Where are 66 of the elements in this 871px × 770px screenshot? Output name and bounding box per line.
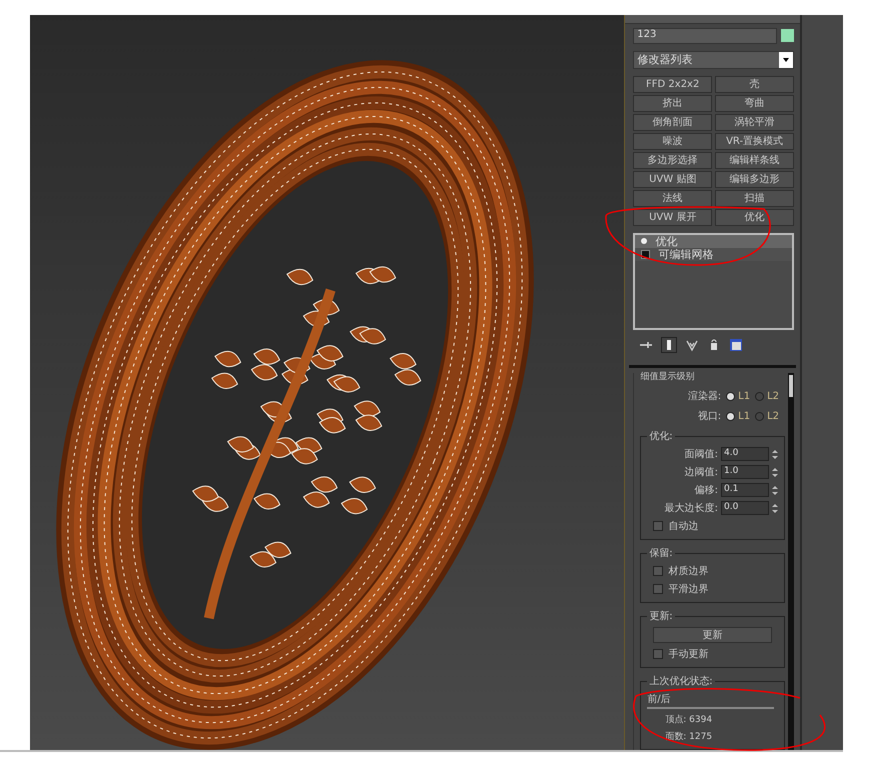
spinner-label: 最大边长度: xyxy=(664,502,718,515)
modifier-button[interactable]: 涡轮平滑 xyxy=(715,114,794,130)
modifier-button[interactable]: 编辑样条线 xyxy=(715,152,794,168)
stack-item-label: 优化 xyxy=(655,234,678,248)
modifier-button[interactable]: VR-置换模式 xyxy=(715,132,794,150)
stat-text: 顶点: 6394 xyxy=(664,714,714,726)
modifier-list-dropdown[interactable]: 修改器列表 xyxy=(633,50,794,68)
modifier-button[interactable]: 倒角剖面 xyxy=(633,114,712,130)
spinner-label: 面阈值: xyxy=(684,448,718,461)
modifier-button[interactable]: 编辑多边形 xyxy=(715,170,794,188)
modifier-button[interactable]: 多边形选择 xyxy=(633,152,712,168)
show-end-result-icon[interactable] xyxy=(661,336,678,353)
spinner-field[interactable]: 0.1 xyxy=(721,483,770,497)
spinner-field[interactable]: 1.0 xyxy=(721,465,770,479)
radio-label: L2 xyxy=(767,410,780,422)
spinner-arrows-icon[interactable] xyxy=(772,448,778,460)
configure-sets-icon[interactable] xyxy=(729,338,744,352)
radio-button[interactable] xyxy=(755,392,764,400)
checkbox-label: 平滑边界 xyxy=(668,582,708,596)
modifier-button[interactable]: FFD 2x2x2 xyxy=(633,76,712,92)
stat-text: 面数: 1275 xyxy=(664,730,714,743)
spinner-arrows-icon[interactable] xyxy=(772,466,778,478)
checkbox[interactable] xyxy=(653,566,664,576)
checkbox-label: 自动边 xyxy=(668,520,698,533)
object-color-swatch[interactable] xyxy=(781,29,794,42)
display-level-label: 视口: xyxy=(698,410,722,423)
modifier-button[interactable]: 法线 xyxy=(633,190,712,206)
group-title: 上次优化状态: xyxy=(648,674,714,688)
checkbox[interactable] xyxy=(653,521,664,531)
spinner-label: 偏移: xyxy=(694,484,718,497)
stack-item[interactable]: 优化 xyxy=(635,234,792,248)
modifier-button[interactable]: 挤出 xyxy=(633,94,712,112)
modifier-button[interactable]: 扫描 xyxy=(715,190,794,206)
spinner-field[interactable]: 4.0 xyxy=(721,447,770,461)
spinner-label: 边阈值: xyxy=(684,466,718,479)
object-name-field[interactable]: 123 xyxy=(633,28,778,44)
rollout-title[interactable]: 细值显示级别 xyxy=(640,373,786,383)
modifier-button[interactable]: 弯曲 xyxy=(715,94,794,112)
rollout-scrollbar[interactable] xyxy=(788,373,794,750)
spinner-arrows-icon[interactable] xyxy=(772,484,778,496)
checkbox[interactable] xyxy=(653,649,664,659)
stack-item-label: 可编辑网格 xyxy=(658,246,714,262)
modifier-button[interactable]: 壳 xyxy=(715,76,794,92)
modifier-button[interactable]: 优化 xyxy=(715,208,794,226)
modifier-list-label: 修改器列表 xyxy=(637,52,692,67)
modifier-button[interactable]: 噪波 xyxy=(633,132,712,150)
group-title: 保留: xyxy=(648,547,674,560)
update-button[interactable]: 更新 xyxy=(653,627,772,643)
light-bulb-icon[interactable] xyxy=(641,238,648,244)
checkbox-label: 材质边界 xyxy=(668,564,708,578)
spinner-arrows-icon[interactable] xyxy=(772,502,778,514)
radio-button[interactable] xyxy=(755,412,764,420)
modifier-button[interactable]: UVW 贴图 xyxy=(633,170,712,188)
radio-label: L1 xyxy=(738,390,750,402)
radio-label: L1 xyxy=(738,410,750,422)
group-title: 优化: xyxy=(648,430,674,443)
radio-button[interactable] xyxy=(726,392,736,400)
stats-heading: 前/后 xyxy=(647,692,774,709)
radio-label: L2 xyxy=(767,390,780,402)
group-title: 更新: xyxy=(648,610,674,623)
checkbox-label: 手动更新 xyxy=(668,648,708,661)
display-level-label: 渲染器: xyxy=(688,390,722,403)
spinner-field[interactable]: 0.0 xyxy=(721,501,770,515)
checkbox[interactable] xyxy=(653,584,664,594)
radio-button[interactable] xyxy=(726,412,736,420)
modifier-button[interactable]: UVW 展开 xyxy=(633,208,712,226)
